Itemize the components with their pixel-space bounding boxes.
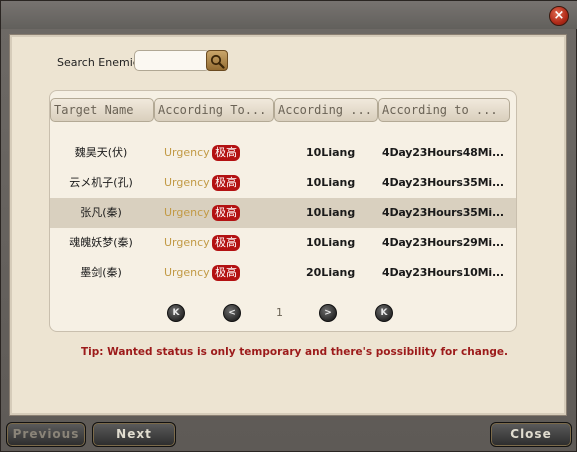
time-remaining: 4Day23Hours10Mi...	[382, 266, 504, 279]
enemy-name: 云メ机子(孔)	[69, 176, 133, 189]
bounty-amount: 10Liang	[306, 146, 356, 159]
bounty-amount: 20Liang	[306, 266, 356, 279]
urgency-stamp: 极高	[212, 145, 240, 161]
urgency-stamp: 极高	[212, 235, 240, 251]
table-row[interactable]: 墨剑(秦) Urgency 极高 20Liang 4Day23Hours10Mi…	[50, 258, 516, 288]
time-remaining: 4Day23Hours35Mi...	[382, 176, 504, 189]
previous-button[interactable]: Previous	[6, 422, 86, 447]
next-page-icon[interactable]: >	[319, 304, 337, 322]
urgency-label: Urgency	[164, 206, 210, 219]
close-button[interactable]: Close	[490, 422, 572, 447]
urgency-stamp: 极高	[212, 175, 240, 191]
search-input[interactable]	[134, 50, 210, 71]
search-button[interactable]	[206, 50, 228, 71]
table-row-selected[interactable]: 张凡(秦) Urgency 极高 10Liang 4Day23Hours35Mi…	[50, 198, 516, 228]
page-number: 1	[276, 306, 283, 319]
table-row[interactable]: 云メ机子(孔) Urgency 极高 10Liang 4Day23Hours35…	[50, 168, 516, 198]
prev-page-icon[interactable]: <	[223, 304, 241, 322]
first-page-icon[interactable]: K	[167, 304, 185, 322]
table-row[interactable]: 魂魄妖梦(秦) Urgency 极高 10Liang 4Day23Hours29…	[50, 228, 516, 258]
urgency-label: Urgency	[164, 176, 210, 189]
table-row[interactable]: 魏昊天(伏) Urgency 极高 10Liang 4Day23Hours48M…	[50, 138, 516, 168]
window-title-bar	[1, 1, 577, 29]
urgency-stamp: 极高	[212, 265, 240, 281]
search-label: Search Enemies	[57, 56, 146, 69]
bounty-amount: 10Liang	[306, 206, 356, 219]
urgency-label: Urgency	[164, 236, 210, 249]
time-remaining: 4Day23Hours29Mi...	[382, 236, 504, 249]
column-header-time[interactable]: According to ...	[378, 98, 510, 122]
close-icon[interactable]: ×	[549, 6, 569, 26]
bounty-amount: 10Liang	[306, 176, 356, 189]
enemy-name: 魂魄妖梦(秦)	[69, 236, 133, 249]
column-header-urgency[interactable]: According To...	[154, 98, 274, 122]
urgency-stamp: 极高	[212, 205, 240, 221]
column-header-bounty[interactable]: According ...	[274, 98, 378, 122]
urgency-label: Urgency	[164, 146, 210, 159]
enemy-name: 墨剑(秦)	[80, 266, 122, 279]
next-button[interactable]: Next	[92, 422, 176, 447]
last-page-icon[interactable]: K	[375, 304, 393, 322]
bounty-amount: 10Liang	[306, 236, 356, 249]
tip-text: Tip: Wanted status is only temporary and…	[81, 346, 508, 358]
magnifier-icon	[210, 54, 225, 69]
column-header-target-name[interactable]: Target Name	[50, 98, 154, 122]
enemy-name: 张凡(秦)	[80, 206, 122, 219]
time-remaining: 4Day23Hours35Mi...	[382, 206, 504, 219]
time-remaining: 4Day23Hours48Mi...	[382, 146, 504, 159]
enemy-name: 魏昊天(伏)	[74, 146, 128, 159]
urgency-label: Urgency	[164, 266, 210, 279]
